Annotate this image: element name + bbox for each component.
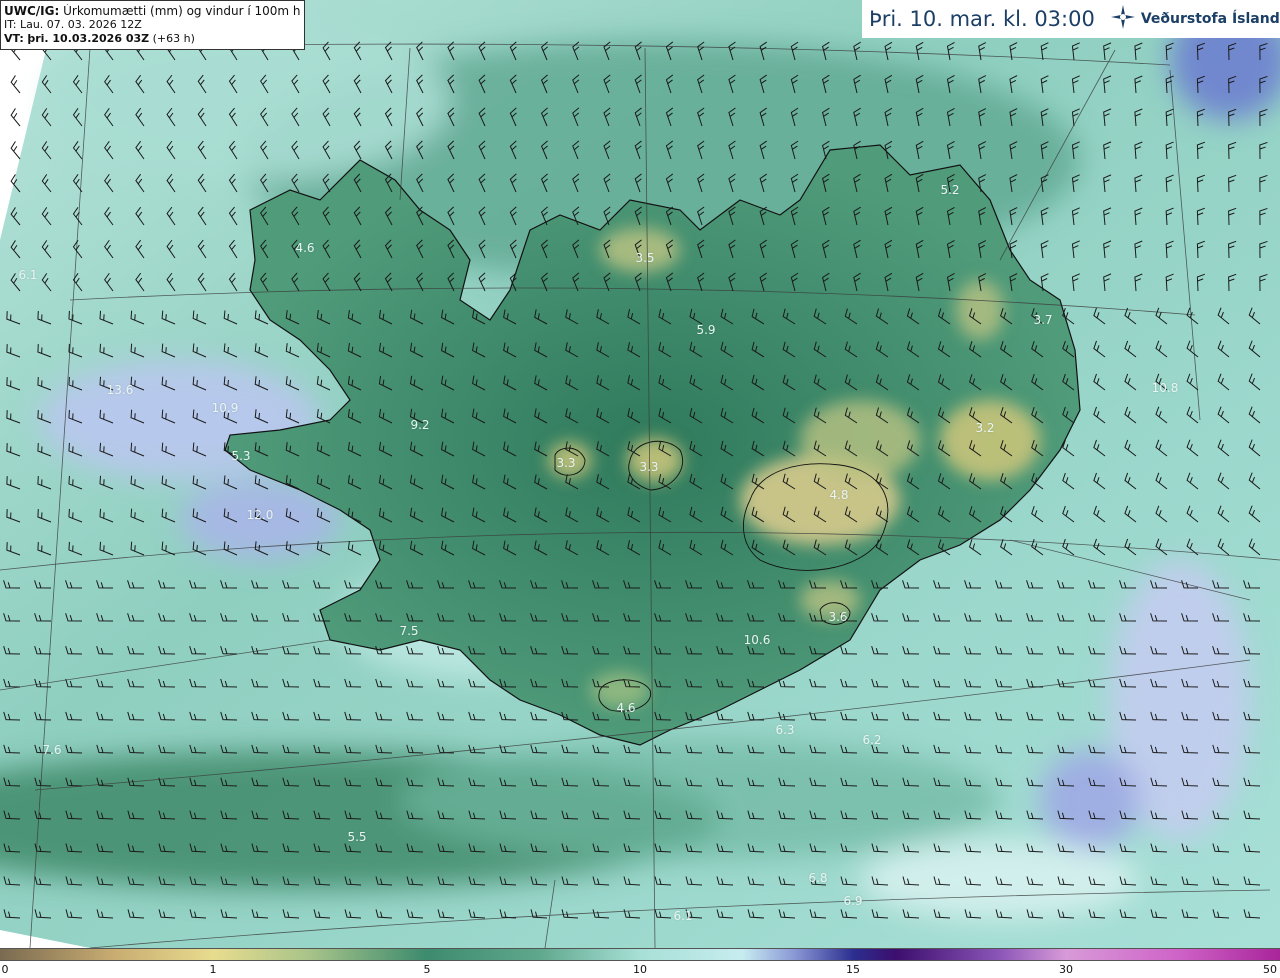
value-label: 3.7: [1033, 313, 1053, 327]
valid-time-title: Þri. 10. mar. kl. 03:00: [869, 7, 1095, 31]
value-label: 10.9: [211, 401, 239, 415]
value-label: 12.0: [246, 508, 274, 522]
value-label: 5.5: [347, 830, 367, 844]
colorbar-tick: 30: [1059, 963, 1073, 976]
value-label: 4.6: [616, 701, 636, 715]
value-label: 6.2: [862, 733, 882, 747]
value-label: 6.9: [843, 894, 863, 908]
product-code: UWC/IG:: [4, 4, 60, 18]
vt-prefix: VT:: [4, 32, 24, 45]
value-label: 6.3: [775, 723, 795, 737]
vedurstofa-logo-icon: [1109, 3, 1137, 35]
value-label: 4.8: [829, 488, 849, 502]
colorbar-tick: 15: [846, 963, 860, 976]
value-label: 7.5: [399, 624, 419, 638]
product-line: UWC/IG: Úrkomumætti (mm) og vindur í 100…: [4, 4, 301, 18]
value-label: 10.8: [1151, 381, 1179, 395]
value-label: 7.6: [42, 743, 62, 757]
colorbar: 0 1 5 10 15 30 50: [0, 948, 1280, 978]
vt-value: þri. 10.03.2026 03Z: [27, 32, 150, 45]
value-label: 4.6: [295, 241, 315, 255]
colorbar-tick: 50: [1263, 963, 1277, 976]
value-label: 3.3: [639, 460, 659, 474]
value-label: 5.3: [231, 449, 251, 463]
colorbar-ramp: [0, 948, 1280, 961]
value-label: 10.6: [743, 633, 771, 647]
value-label: 5.2: [940, 183, 960, 197]
title-bar: Þri. 10. mar. kl. 03:00 Veðurstofa Íslan…: [862, 0, 1280, 38]
value-label: 6.1: [673, 909, 693, 923]
vedurstofa-logo[interactable]: Veðurstofa Íslands: [1109, 3, 1280, 35]
precipitation-map-canvas: [0, 0, 1280, 948]
initial-time: IT: Lau. 07. 03. 2026 12Z: [4, 18, 142, 31]
run-info-box: UWC/IG: Úrkomumætti (mm) og vindur í 100…: [0, 0, 305, 50]
colorbar-tick: 10: [633, 963, 647, 976]
colorbar-tick: 5: [423, 963, 431, 976]
value-label: 13.6: [106, 383, 134, 397]
value-label: 5.9: [696, 323, 716, 337]
product-description: Úrkomumætti (mm) og vindur í 100m hæð: [63, 4, 301, 18]
logo-text: Veðurstofa Íslands: [1140, 11, 1280, 27]
value-label: 6.8: [808, 871, 828, 885]
value-label: 3.5: [635, 251, 655, 265]
forecast-map: 4.6 3.5 5.2 3.7 3.3 3.3 5.3 6.1 7.5 7.6 …: [0, 0, 1280, 948]
colorbar-tick: 0: [1, 963, 9, 976]
value-label: 3.6: [828, 610, 848, 624]
value-label: 9.2: [410, 418, 430, 432]
value-label: 3.3: [556, 456, 576, 470]
vt-offset: (+63 h): [152, 32, 195, 45]
value-label: 3.2: [975, 421, 995, 435]
valid-time-line: VT: þri. 10.03.2026 03Z (+63 h): [4, 32, 301, 46]
colorbar-tick: 1: [209, 963, 217, 976]
value-label: 6.1: [18, 268, 38, 282]
